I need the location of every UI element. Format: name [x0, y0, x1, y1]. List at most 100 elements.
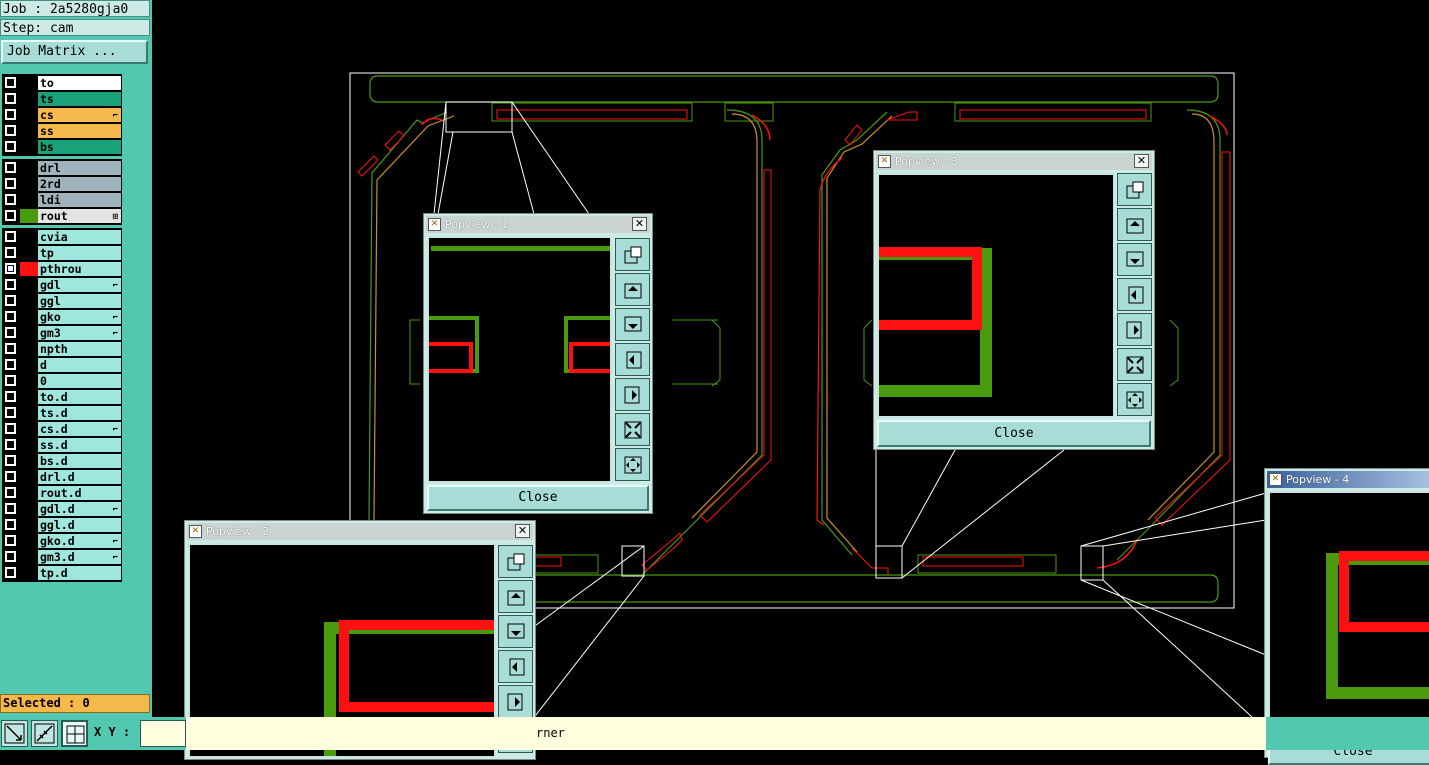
- layer-checkbox[interactable]: [5, 178, 16, 189]
- layer-checkbox[interactable]: [5, 567, 16, 578]
- pan-down-button[interactable]: [615, 308, 650, 341]
- zoom-fit-button[interactable]: [1117, 173, 1152, 206]
- layer-name[interactable]: tp: [38, 246, 121, 260]
- layer-name[interactable]: tp.d: [38, 566, 121, 580]
- layer-name[interactable]: gko.d ⌐: [38, 534, 121, 548]
- layer-row-npth[interactable]: npth: [3, 341, 121, 357]
- layer-color-swatch[interactable]: [20, 470, 38, 484]
- layer-color-swatch[interactable]: [20, 342, 38, 356]
- layer-checkbox[interactable]: [5, 162, 16, 173]
- pan-right-button[interactable]: [1117, 313, 1152, 346]
- layer-row-rout[interactable]: rout ⊞: [3, 208, 121, 224]
- layer-color-swatch[interactable]: [20, 246, 38, 260]
- layer-row-cs.d[interactable]: cs.d ⌐: [3, 421, 121, 437]
- popview-4-window[interactable]: ✕ Popview - 4 Close: [1264, 468, 1429, 765]
- zoom-out-button[interactable]: [615, 448, 650, 481]
- layer-row-gko.d[interactable]: gko.d ⌐: [3, 533, 121, 549]
- layer-checkbox[interactable]: [5, 311, 16, 322]
- zoom-in-button[interactable]: [615, 413, 650, 446]
- layer-checkbox[interactable]: [5, 327, 16, 338]
- layer-color-swatch[interactable]: [20, 422, 38, 436]
- zoom-in-button[interactable]: [1117, 348, 1152, 381]
- layer-color-swatch[interactable]: [20, 193, 38, 207]
- layer-color-swatch[interactable]: [20, 406, 38, 420]
- layer-row-ss.d[interactable]: ss.d: [3, 437, 121, 453]
- pan-right-button[interactable]: [498, 685, 533, 718]
- layer-checkbox[interactable]: [5, 439, 16, 450]
- popview-4-titlebar[interactable]: ✕ Popview - 4: [1267, 471, 1429, 488]
- layer-name[interactable]: ts: [38, 92, 121, 106]
- layer-color-swatch[interactable]: [20, 92, 38, 106]
- layer-row-gm3.d[interactable]: gm3.d ⌐: [3, 549, 121, 565]
- layer-name[interactable]: ts.d: [38, 406, 121, 420]
- layer-color-swatch[interactable]: [20, 550, 38, 564]
- popview-1-close-button[interactable]: Close: [427, 485, 649, 511]
- layer-checkbox[interactable]: [5, 247, 16, 258]
- layer-checkbox[interactable]: [5, 503, 16, 514]
- layer-color-swatch[interactable]: [20, 390, 38, 404]
- layer-color-swatch[interactable]: [20, 454, 38, 468]
- zoom-fit-button[interactable]: [615, 238, 650, 271]
- layer-color-swatch[interactable]: [20, 534, 38, 548]
- layer-color-swatch[interactable]: [20, 310, 38, 324]
- job-matrix-button[interactable]: Job Matrix ...: [1, 40, 148, 64]
- layer-color-swatch[interactable]: [20, 502, 38, 516]
- layer-row-tp[interactable]: tp: [3, 245, 121, 261]
- popview-1-window[interactable]: ✕ Popview - 1 ✕ Close: [423, 213, 653, 514]
- layer-row-gm3[interactable]: gm3 ⌐: [3, 325, 121, 341]
- layer-checkbox[interactable]: [5, 295, 16, 306]
- layer-name[interactable]: 0: [38, 374, 121, 388]
- layer-name[interactable]: ggl: [38, 294, 121, 308]
- layer-color-swatch[interactable]: [20, 566, 38, 580]
- layer-row-tp.d[interactable]: tp.d: [3, 565, 121, 581]
- layer-checkbox[interactable]: [5, 263, 16, 274]
- pan-down-button[interactable]: [1117, 243, 1152, 276]
- pan-right-button[interactable]: [615, 378, 650, 411]
- layer-checkbox[interactable]: [5, 141, 16, 152]
- layer-checkbox[interactable]: [5, 210, 16, 221]
- layer-row-d[interactable]: d: [3, 357, 121, 373]
- popview-4-viewport[interactable]: [1268, 491, 1429, 737]
- layer-name[interactable]: gko ⌐: [38, 310, 121, 324]
- pan-up-button[interactable]: [498, 580, 533, 613]
- layer-checkbox[interactable]: [5, 279, 16, 290]
- layer-row-0[interactable]: 0: [3, 373, 121, 389]
- layer-color-swatch[interactable]: [20, 262, 38, 276]
- layer-row-ggl[interactable]: ggl: [3, 293, 121, 309]
- zoom-fit-button[interactable]: [498, 545, 533, 578]
- layer-row-bs.d[interactable]: bs.d: [3, 453, 121, 469]
- layer-row-drl.d[interactable]: drl.d: [3, 469, 121, 485]
- layer-checkbox[interactable]: [5, 455, 16, 466]
- layer-checkbox[interactable]: [5, 471, 16, 482]
- layer-row-cvia[interactable]: cvia: [3, 229, 121, 245]
- layer-name[interactable]: 2rd: [38, 177, 121, 191]
- layer-row-drl[interactable]: drl: [3, 160, 121, 176]
- layer-checkbox[interactable]: [5, 231, 16, 242]
- xy-input[interactable]: [140, 720, 186, 747]
- layer-name[interactable]: bs.d: [38, 454, 121, 468]
- layer-color-swatch[interactable]: [20, 374, 38, 388]
- popview-1-titlebar[interactable]: ✕ Popview - 1 ✕: [426, 216, 650, 233]
- pan-up-button[interactable]: [1117, 208, 1152, 241]
- layer-checkbox[interactable]: [5, 77, 16, 88]
- layer-checkbox[interactable]: [5, 93, 16, 104]
- layer-name[interactable]: ss.d: [38, 438, 121, 452]
- layer-name[interactable]: drl: [38, 161, 121, 175]
- layer-name[interactable]: ss: [38, 124, 121, 138]
- layer-row-ts.d[interactable]: ts.d: [3, 405, 121, 421]
- layer-name[interactable]: gm3.d ⌐: [38, 550, 121, 564]
- layer-name[interactable]: rout ⊞: [38, 209, 121, 223]
- layer-color-swatch[interactable]: [20, 278, 38, 292]
- layer-row-to.d[interactable]: to.d: [3, 389, 121, 405]
- popview-3-titlebar[interactable]: ✕ Popview - 3 ✕: [876, 153, 1152, 170]
- layer-color-swatch[interactable]: [20, 294, 38, 308]
- layer-name[interactable]: drl.d: [38, 470, 121, 484]
- layer-checkbox[interactable]: [5, 535, 16, 546]
- popview-3-window[interactable]: ✕ Popview - 3 ✕ Close: [873, 150, 1155, 450]
- layer-checkbox[interactable]: [5, 125, 16, 136]
- layer-name[interactable]: cs.d ⌐: [38, 422, 121, 436]
- layer-name[interactable]: ldi: [38, 193, 121, 207]
- layer-row-ss[interactable]: ss: [3, 123, 121, 139]
- close-icon[interactable]: ✕: [515, 524, 530, 538]
- popview-3-close-button[interactable]: Close: [877, 420, 1151, 447]
